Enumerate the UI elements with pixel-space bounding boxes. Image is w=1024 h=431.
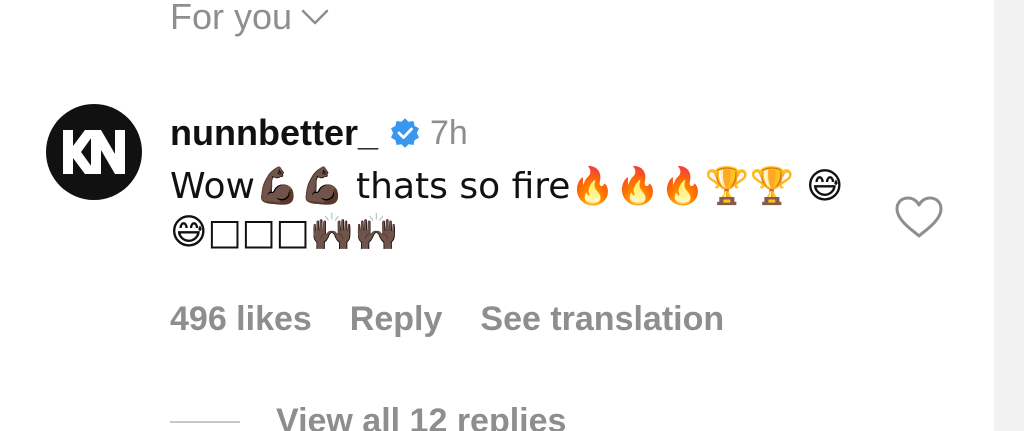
kn-logo-icon — [63, 130, 125, 174]
likes-count[interactable]: 496 likes — [170, 300, 312, 339]
reply-button[interactable]: Reply — [350, 300, 443, 339]
verified-badge-icon — [391, 118, 420, 148]
sort-dropdown[interactable]: For you — [170, 0, 330, 38]
comment-time: 7h — [430, 113, 468, 152]
comment-text: Wow💪🏿💪🏿 thats so fire🔥🔥🔥🏆🏆 😅😅□□□🙌🏿🙌🏿 — [170, 166, 844, 253]
chevron-down-icon — [301, 9, 329, 25]
view-replies-label[interactable]: View all 12 replies — [276, 402, 566, 431]
comment-actions: 496 likes Reply See translation — [170, 300, 724, 339]
comment-body: nunnbetter_ 7h Wow💪🏿💪🏿 thats so fire🔥🔥🔥🏆… — [170, 108, 870, 256]
username[interactable]: nunnbetter_ — [170, 112, 378, 154]
replies-divider — [170, 420, 240, 423]
view-replies[interactable]: View all 12 replies — [170, 402, 566, 431]
comment-header: nunnbetter_ 7h — [170, 108, 870, 158]
scroll-gutter — [994, 0, 1024, 431]
comment-screen: For you nunnbetter_ 7h Wow💪🏿💪🏿 thats so … — [0, 0, 1024, 431]
see-translation-button[interactable]: See translation — [480, 300, 724, 339]
avatar[interactable] — [46, 104, 142, 200]
sort-label: For you — [170, 0, 293, 37]
heart-icon[interactable] — [893, 195, 945, 239]
